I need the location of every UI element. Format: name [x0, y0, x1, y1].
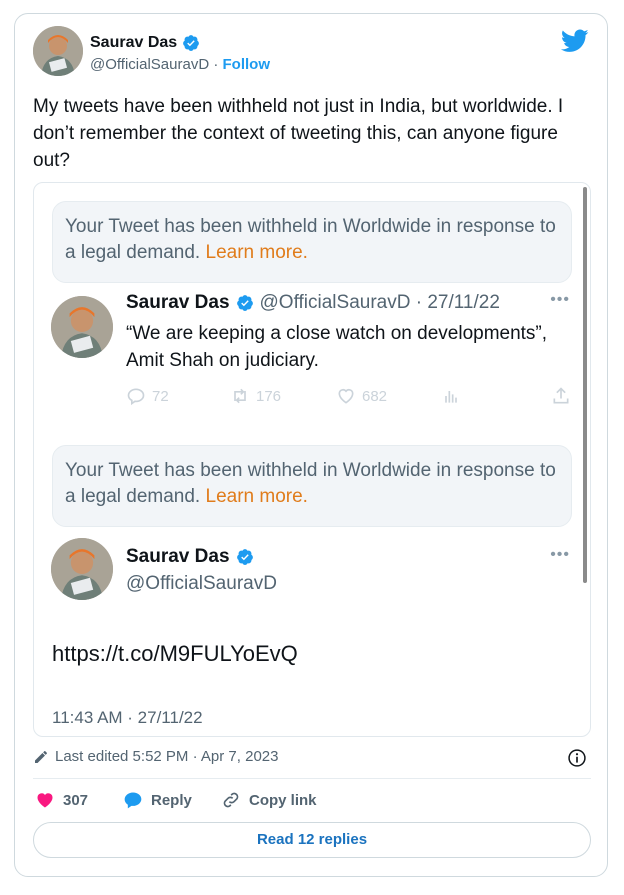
divider	[33, 778, 591, 779]
retweet-count: 176	[256, 387, 282, 405]
withheld-notice-text: Your Tweet has been withheld in Worldwid…	[65, 216, 556, 263]
tweet-embed-card: Saurav Das @OfficialSauravD · Follow My …	[14, 13, 608, 877]
separator: ·	[213, 56, 219, 73]
like-button[interactable]: 307	[35, 790, 88, 810]
follow-button[interactable]: Follow	[223, 56, 271, 73]
reply-bubble-icon	[124, 792, 142, 809]
edited-line[interactable]: Last edited 5:52 PM · Apr 7, 2023	[33, 748, 278, 765]
quoted-tweet-avatar	[51, 296, 113, 358]
share-icon	[553, 387, 569, 404]
verified-badge-icon	[183, 35, 200, 51]
author-handle[interactable]: @OfficialSauravD	[90, 56, 209, 73]
reply-button[interactable]: Reply	[123, 790, 192, 810]
author-handle-line: @OfficialSauravD · Follow	[90, 56, 270, 73]
quoted-tweet-body: “We are keeping a close watch on develop…	[126, 323, 548, 371]
like-count: 307	[63, 791, 89, 809]
tweet-image[interactable]: Your Tweet has been withheld in Worldwid…	[33, 182, 591, 737]
info-icon[interactable]	[567, 748, 587, 768]
quoted-tweet-actions: 72 176 682	[126, 386, 571, 410]
quoted-tweet-header: Saurav Das @OfficialSauravD · 27/11/22	[126, 292, 500, 314]
quoted-tweet-handle-date: @OfficialSauravD · 27/11/22	[259, 292, 500, 313]
withheld-notice: Your Tweet has been withheld in Worldwid…	[52, 445, 572, 527]
author-avatar[interactable]	[33, 26, 83, 76]
twitter-bird-icon[interactable]	[561, 29, 589, 53]
verified-badge-icon	[236, 295, 253, 311]
image-scrollbar	[583, 187, 587, 583]
link-icon	[223, 792, 239, 808]
more-icon: •••	[550, 546, 570, 563]
analytics-action	[441, 386, 461, 406]
like-count: 682	[362, 387, 388, 405]
reply-icon	[127, 388, 145, 406]
learn-more-link: Learn more.	[205, 486, 308, 507]
heart-icon	[37, 793, 53, 808]
second-tweet-link: https://t.co/M9FULYoEvQ	[52, 641, 298, 666]
second-tweet-name: Saurav Das	[126, 546, 254, 568]
second-tweet-name-text: Saurav Das	[126, 546, 230, 567]
tweet-text: My tweets have been withheld not just in…	[33, 96, 564, 171]
copy-link-button[interactable]: Copy link	[221, 790, 317, 810]
withheld-notice: Your Tweet has been withheld in Worldwid…	[52, 201, 572, 283]
learn-more-link: Learn more.	[205, 242, 308, 263]
quoted-tweet-name: Saurav Das	[126, 292, 230, 313]
like-action: 682	[336, 386, 387, 406]
verified-badge-icon	[236, 549, 253, 565]
share-action	[551, 386, 571, 406]
pencil-icon	[35, 750, 47, 763]
reply-label: Reply	[151, 791, 192, 809]
heart-outline-icon	[338, 388, 354, 404]
withheld-notice-text: Your Tweet has been withheld in Worldwid…	[65, 460, 556, 507]
second-tweet-handle: @OfficialSauravD	[126, 573, 277, 594]
second-tweet-timestamp: 11:43 AM · 27/11/22	[52, 708, 203, 727]
author-name-text[interactable]: Saurav Das	[90, 34, 177, 52]
more-icon: •••	[550, 291, 570, 308]
copy-link-label: Copy link	[249, 791, 317, 809]
edited-text[interactable]: Last edited 5:52 PM · Apr 7, 2023	[55, 748, 278, 765]
retweet-icon	[234, 388, 246, 404]
reply-action: 72	[126, 386, 169, 406]
analytics-icon	[445, 391, 457, 403]
author-name[interactable]: Saurav Das	[90, 34, 200, 52]
reply-count: 72	[152, 387, 169, 405]
second-tweet-avatar	[51, 538, 113, 600]
read-replies-button[interactable]: Read 12 replies	[33, 822, 591, 858]
retweet-action: 176	[230, 386, 281, 406]
